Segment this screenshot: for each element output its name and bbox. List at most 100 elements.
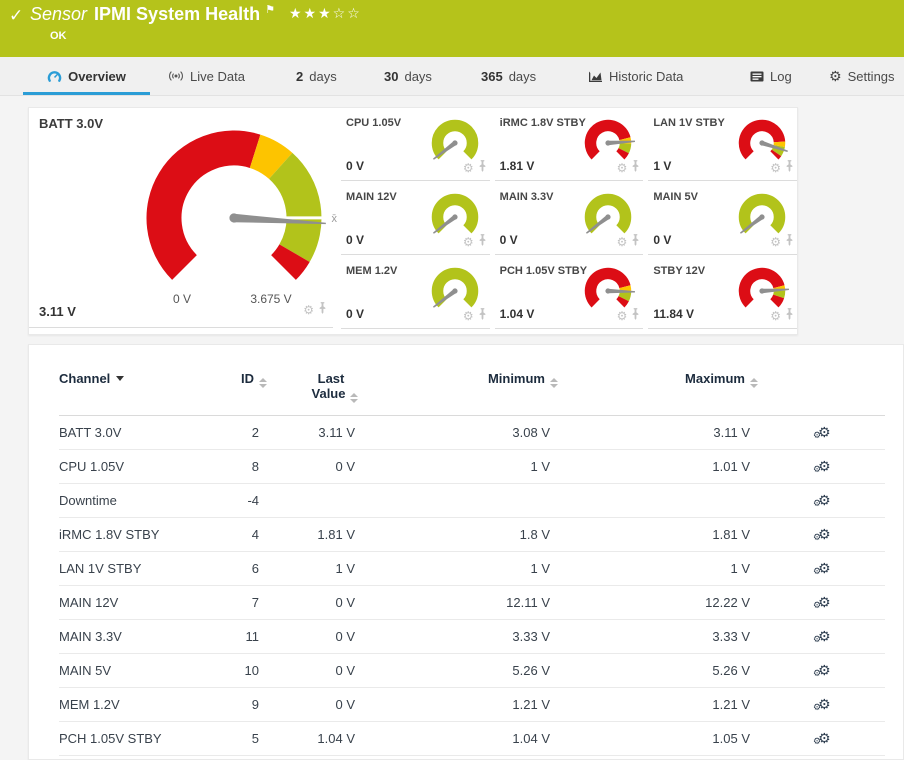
table-row: MAIN 5V100 V5.26 V5.26 V⚙⚙	[59, 654, 885, 688]
settings-gear-icon: ⚙	[829, 69, 842, 83]
gear-icon[interactable]: ⚙	[770, 310, 781, 322]
cell-channel: BATT 3.0V	[59, 416, 219, 450]
pin-icon[interactable]	[785, 233, 794, 251]
cell-id: 2	[219, 416, 259, 450]
tab-2-days[interactable]: 2days	[296, 57, 337, 95]
column-header-id[interactable]: ID	[219, 345, 259, 416]
channel-settings-icon[interactable]: ⚙⚙	[818, 459, 831, 473]
pin-icon[interactable]	[631, 233, 640, 251]
gauge-cell-pch-1-05v-stby: PCH 1.05V STBY1.04 V⚙	[495, 256, 644, 329]
channel-settings-icon[interactable]: ⚙⚙	[818, 663, 831, 677]
column-header-max[interactable]: Maximum	[550, 345, 750, 416]
gear-icon[interactable]: ⚙	[463, 310, 474, 322]
gauge-cell-lan-1v-stby: LAN 1V STBY1 V⚙	[648, 108, 797, 181]
gauge-value: 0 V	[346, 159, 364, 173]
priority-stars[interactable]: ★★★☆☆	[289, 5, 362, 21]
gauge-cell-actions: ⚙	[463, 307, 487, 325]
pin-icon[interactable]	[785, 307, 794, 325]
table-row: MEM 1.2V90 V1.21 V1.21 V⚙⚙	[59, 688, 885, 722]
cell-last-value: 3.11 V	[259, 416, 355, 450]
broadcast-icon	[168, 70, 184, 82]
cell-maximum: 5.26 V	[550, 654, 750, 688]
gear-icon[interactable]: ⚙	[303, 304, 314, 316]
channel-settings-icon[interactable]: ⚙⚙	[818, 697, 831, 711]
channel-settings-icon[interactable]: ⚙⚙	[818, 561, 831, 575]
tab-live-data[interactable]: Live Data	[168, 57, 245, 95]
priority-flag-icon[interactable]: ⚑	[265, 4, 275, 16]
cell-minimum: 3.33 V	[355, 620, 550, 654]
pin-icon[interactable]	[478, 233, 487, 251]
table-row: MAIN 3.3V110 V3.33 V3.33 V⚙⚙	[59, 620, 885, 654]
tab-historic-data[interactable]: Historic Data	[588, 57, 683, 95]
cell-last-value: 0 V	[259, 620, 355, 654]
gauges-panel: BATT 3.0V x̄ 0 V 3.675 V 3.11 V ⚙ CPU 1.…	[28, 107, 798, 335]
pin-icon[interactable]	[318, 301, 327, 319]
gauge-value: 1.81 V	[500, 159, 535, 173]
tab-settings[interactable]: ⚙ Settings	[829, 57, 895, 95]
gauge-title: BATT 3.0V	[39, 116, 103, 131]
cell-last-value: 1.04 V	[259, 722, 355, 756]
gear-icon[interactable]: ⚙	[617, 310, 628, 322]
gauge-value: 0 V	[346, 233, 364, 247]
gear-icon[interactable]: ⚙	[617, 236, 628, 248]
channel-settings-icon[interactable]: ⚙⚙	[818, 731, 831, 745]
tab-log[interactable]: Log	[750, 57, 792, 95]
gauge-cell-actions: ⚙	[617, 159, 641, 177]
pin-icon[interactable]	[631, 307, 640, 325]
pin-icon[interactable]	[631, 159, 640, 177]
gauge-cell-actions: ⚙	[770, 159, 794, 177]
cell-maximum: 1.01 V	[550, 450, 750, 484]
gear-icon[interactable]: ⚙	[770, 162, 781, 174]
gauge-title: MAIN 5V	[653, 191, 698, 203]
cell-maximum: 1.05 V	[550, 722, 750, 756]
tab-label: Live Data	[190, 69, 245, 84]
tab-bar: Overview Live Data 2days 30days 365days Histo…	[0, 57, 904, 96]
cell-minimum: 1 V	[355, 450, 550, 484]
tab-365-days[interactable]: 365days	[481, 57, 536, 95]
pin-icon[interactable]	[785, 159, 794, 177]
pin-icon[interactable]	[478, 307, 487, 325]
cell-last-value: 1.81 V	[259, 518, 355, 552]
gauge-title: MAIN 12V	[346, 191, 397, 203]
channel-settings-icon[interactable]: ⚙⚙	[818, 595, 831, 609]
table-body: BATT 3.0V23.11 V3.08 V3.11 V⚙⚙CPU 1.05V8…	[59, 416, 885, 756]
cell-actions: ⚙⚙	[750, 586, 885, 620]
channel-settings-icon[interactable]: ⚙⚙	[818, 629, 831, 643]
cell-channel: PCH 1.05V STBY	[59, 722, 219, 756]
gauge-title: MEM 1.2V	[346, 265, 397, 277]
gauge-cell-actions: ⚙	[617, 307, 641, 325]
cell-channel: iRMC 1.8V STBY	[59, 518, 219, 552]
pin-icon-svg	[478, 308, 487, 320]
cell-id: 11	[219, 620, 259, 654]
small-gauges-grid: CPU 1.05V0 V⚙iRMC 1.8V STBY1.81 V⚙LAN 1V…	[341, 108, 797, 330]
tab-overview[interactable]: Overview	[23, 57, 150, 95]
column-header-channel[interactable]: Channel	[59, 345, 219, 416]
gauge-cell-main-5v: MAIN 5V0 V⚙	[648, 182, 797, 255]
gauge-value: 1.04 V	[500, 307, 535, 321]
gear-icon[interactable]: ⚙	[463, 236, 474, 248]
pin-icon[interactable]	[478, 159, 487, 177]
gauge-cell-batt-3-0v: BATT 3.0V x̄ 0 V 3.675 V 3.11 V ⚙	[29, 108, 333, 328]
tab-30-days[interactable]: 30days	[384, 57, 432, 95]
table-row: CPU 1.05V80 V1 V1.01 V⚙⚙	[59, 450, 885, 484]
channel-settings-icon[interactable]: ⚙⚙	[818, 493, 831, 507]
channel-settings-icon[interactable]: ⚙⚙	[818, 527, 831, 541]
channel-settings-icon[interactable]: ⚙⚙	[818, 425, 831, 439]
gear-icon[interactable]: ⚙	[463, 162, 474, 174]
tab-label: Log	[770, 69, 792, 84]
column-header-min[interactable]: Minimum	[355, 345, 550, 416]
column-header-last[interactable]: Last Value	[259, 345, 355, 416]
cell-minimum: 12.11 V	[355, 586, 550, 620]
cell-minimum	[355, 484, 550, 518]
gauge-cell-cpu-1-05v: CPU 1.05V0 V⚙	[341, 108, 490, 181]
gear-icon[interactable]: ⚙	[617, 162, 628, 174]
pin-icon-svg	[631, 160, 640, 172]
gauge-cell-actions: ⚙	[463, 159, 487, 177]
table-row: PCH 1.05V STBY51.04 V1.04 V1.05 V⚙⚙	[59, 722, 885, 756]
channel-table-panel: ChannelIDLast ValueMinimumMaximum BATT 3…	[28, 344, 904, 760]
cell-maximum: 3.33 V	[550, 620, 750, 654]
cell-maximum: 1.21 V	[550, 688, 750, 722]
gauge-title: MAIN 3.3V	[500, 191, 554, 203]
gear-icon[interactable]: ⚙	[770, 236, 781, 248]
tab-label: Settings	[848, 69, 895, 84]
